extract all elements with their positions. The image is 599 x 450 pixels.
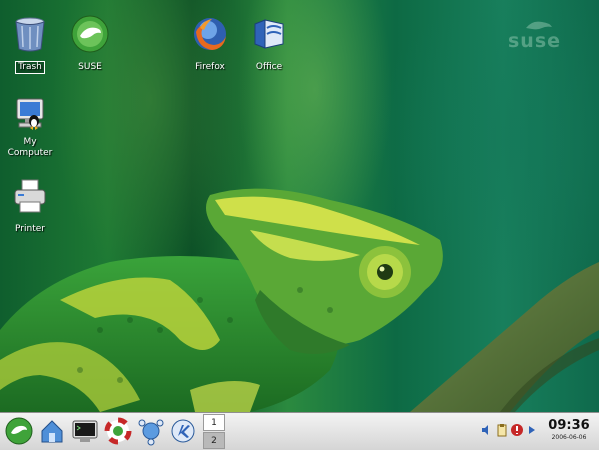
my-computer-label: My Computer bbox=[7, 137, 53, 158]
suse-watermark-text: suse bbox=[508, 30, 562, 52]
pager-desktop-2[interactable]: 2 bbox=[203, 432, 225, 449]
network-icon bbox=[138, 419, 164, 446]
network-launcher[interactable] bbox=[136, 416, 166, 446]
printer-icon bbox=[10, 176, 50, 216]
volume-icon[interactable] bbox=[480, 423, 494, 437]
clipboard-icon[interactable] bbox=[495, 423, 509, 437]
suse-menu-button[interactable] bbox=[4, 416, 34, 446]
suse-gecko-icon bbox=[70, 14, 110, 54]
desktop-pager: 1 2 bbox=[203, 413, 225, 450]
arrow-icon[interactable] bbox=[525, 423, 539, 437]
browser-launcher[interactable] bbox=[168, 416, 198, 446]
trash-desktop-icon[interactable]: Trash bbox=[0, 14, 60, 74]
firefox-label: Firefox bbox=[195, 62, 225, 72]
home-icon bbox=[41, 420, 63, 443]
gecko-watermark-icon bbox=[526, 21, 552, 30]
update-icon[interactable] bbox=[510, 423, 524, 437]
desktop[interactable]: suse Trash SUSE Firefox Office My Comput… bbox=[0, 0, 599, 412]
clock-date: 2006-06-06 bbox=[551, 434, 587, 441]
office-label: Office bbox=[255, 62, 283, 72]
terminal-icon bbox=[72, 420, 98, 442]
firefox-desktop-icon[interactable]: Firefox bbox=[180, 14, 240, 73]
help-launcher[interactable] bbox=[103, 416, 133, 446]
my-computer-desktop-icon[interactable]: My Computer bbox=[0, 95, 60, 159]
suse-desktop-icon[interactable]: SUSE bbox=[60, 14, 120, 73]
taskbar[interactable] bbox=[228, 415, 468, 448]
printer-desktop-icon[interactable]: Printer bbox=[0, 176, 60, 235]
suse-gecko-icon bbox=[5, 417, 33, 445]
trash-icon bbox=[10, 14, 50, 54]
firefox-icon bbox=[190, 14, 230, 54]
printer-label: Printer bbox=[15, 224, 45, 234]
home-launcher[interactable] bbox=[37, 416, 67, 446]
clock-time: 09:36 bbox=[548, 418, 590, 433]
suse-watermark: suse bbox=[508, 21, 562, 52]
system-tray bbox=[478, 417, 540, 447]
lifebuoy-icon bbox=[104, 417, 132, 445]
pager-desktop-1[interactable]: 1 bbox=[203, 414, 225, 431]
office-icon bbox=[249, 14, 289, 54]
clock[interactable]: 09:36 2006-06-06 bbox=[541, 416, 597, 448]
terminal-launcher[interactable] bbox=[70, 416, 100, 446]
kde-panel: 1 2 09:36 2006-06-06 bbox=[0, 412, 599, 450]
trash-label: Trash bbox=[15, 61, 45, 74]
my-computer-icon bbox=[10, 95, 50, 135]
office-desktop-icon[interactable]: Office bbox=[239, 14, 299, 73]
suse-label: SUSE bbox=[78, 62, 102, 72]
konqueror-icon bbox=[171, 419, 195, 443]
